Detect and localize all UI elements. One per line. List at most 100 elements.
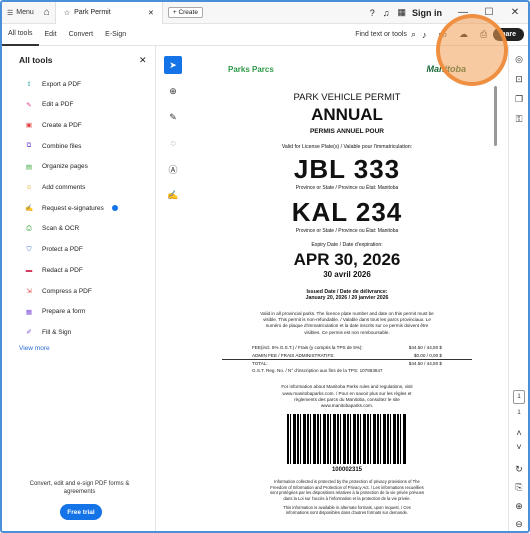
edit-pdf-icon: ✎ [26, 101, 32, 109]
pen-icon[interactable]: ✎ [164, 108, 182, 126]
tool-item[interactable]: ⎙ Scan & OCR [24, 224, 79, 234]
privacy-text: Information collected is protected by th… [269, 479, 425, 502]
share-button[interactable]: hare [493, 28, 524, 41]
total-row: TOTAL: $44.50 / 44,50 $ [222, 360, 472, 368]
expiry-label: Expiry Date / Date d'expiration: [311, 242, 383, 248]
ai-assistant-icon[interactable]: ◎ [513, 54, 525, 65]
rotate-icon[interactable]: ↻ [513, 464, 525, 475]
tool-label: Request e-signatures [42, 204, 104, 212]
tool-label: Scan & OCR [42, 225, 80, 233]
zoom-out-icon[interactable]: ⊖ [513, 519, 525, 530]
home-icon: ⌂ [43, 7, 50, 18]
tab-esign[interactable]: E-Sign [99, 24, 132, 46]
chevron-up-icon[interactable]: ˄ [513, 428, 525, 438]
tab-convert[interactable]: Convert [63, 24, 100, 46]
current-page-box[interactable]: 1 [513, 390, 525, 404]
plate-2: KAL 234 [291, 197, 403, 227]
admin-fee-value: $0.00 / 0,00 $ [413, 352, 442, 358]
scrollbar-thumb[interactable] [494, 86, 497, 146]
create-button[interactable]: + Create [167, 7, 203, 18]
tab-edit[interactable]: Edit [39, 24, 63, 46]
pages-panel-icon[interactable]: ❐ [513, 94, 525, 105]
premium-badge-icon [111, 205, 118, 212]
tool-item[interactable]: ▦ Prepare a form [24, 307, 85, 317]
compress-pdf-icon: ⇲ [26, 288, 32, 295]
sign-icon[interactable]: ✍ [164, 186, 182, 204]
main-toolbar: All tools Edit Convert E-Sign Find text … [2, 24, 528, 46]
text-box-icon[interactable]: Ⓐ [164, 160, 182, 178]
tool-item[interactable]: ▬ Redact a PDF [24, 265, 83, 275]
tool-item[interactable]: ☺ Add comments [24, 183, 86, 193]
view-more-link[interactable]: View more [19, 345, 50, 352]
minimize-icon[interactable]: — [450, 7, 476, 18]
admin-fee-row: ADMIN FEE / FRAIS ADMINISTRATIFS: $0.00 /… [222, 352, 472, 361]
apps-grid-icon[interactable]: ▦ [397, 7, 406, 18]
maximize-icon[interactable]: ☐ [476, 7, 502, 18]
protect-pdf-icon: ⛉ [26, 245, 32, 253]
chevron-down-icon[interactable]: ˅ [513, 442, 525, 452]
valid-for-label: Valid for License Plate(s) / Valable pou… [281, 144, 413, 150]
search-icon: ⌕ [410, 29, 416, 39]
tool-label: Protect a PDF [42, 246, 83, 254]
add-comments-icon: ☺ [25, 184, 33, 191]
admin-fee-label: ADMIN FEE / FRAIS ADMINISTRATIFS: [252, 352, 335, 358]
home-button[interactable]: ⌂ [39, 7, 55, 18]
fee-value: $44.50 / 44,50 $ [408, 344, 442, 350]
vertical-toolbar: ➤ ⊕ ✎ ◌ Ⓐ ✍ [160, 56, 186, 212]
tool-label: Edit a PDF [42, 101, 74, 109]
fill-sign-icon: ✐ [26, 329, 32, 337]
comment-panel-icon[interactable]: ⊡ [513, 74, 525, 85]
document-tab[interactable]: ☆ Park Permit ✕ [54, 2, 163, 24]
alt-format-text: This information is available in alterna… [283, 504, 411, 516]
save-icon[interactable]: ▭ [438, 29, 447, 40]
total-label: TOTAL: [252, 361, 268, 367]
help-icon[interactable]: ? [370, 8, 375, 18]
tool-item[interactable]: ▤ Organize pages [24, 162, 88, 172]
tool-item[interactable]: ▣ Create a PDF [24, 120, 82, 130]
expiry-date-fr: 30 avril 2026 [323, 270, 371, 279]
document-view[interactable]: Parks Parcs Manitoba PARK VEHICLE PERMIT… [192, 46, 508, 531]
tool-item[interactable]: ✎ Edit a PDF [24, 100, 73, 110]
bookmarks-icon[interactable]: ⚿ [513, 114, 525, 125]
tab-title: Park Permit [74, 9, 111, 16]
close-window-icon[interactable]: ✕ [502, 7, 528, 18]
close-panel-icon[interactable]: ✕ [139, 55, 147, 66]
tool-item[interactable]: ⧉ Combine files [24, 141, 82, 151]
notification-bell-icon[interactable]: ♫ [383, 8, 390, 18]
tool-label: Combine files [42, 142, 82, 150]
scan-ocr-icon: ⎙ [26, 224, 32, 232]
title-bar: ☰ Menu ⌂ ☆ Park Permit ✕ + Create ? ♫ ▦ … [2, 2, 528, 24]
barcode-number: 100002315 [331, 467, 363, 474]
tool-item[interactable]: ⇲ Compress a PDF [24, 286, 92, 296]
tool-item[interactable]: ⇪ Export a PDF [24, 79, 81, 89]
tool-label: Fill & Sign [42, 328, 72, 336]
find-tools-search[interactable]: Find text or tools ⌕ [355, 29, 416, 40]
tool-label: Create a PDF [42, 121, 82, 129]
select-cursor-icon[interactable]: ➤ [164, 56, 182, 74]
tab-all-tools[interactable]: All tools [2, 24, 39, 46]
find-label: Find text or tools [355, 31, 407, 38]
close-tab-icon[interactable]: ✕ [148, 9, 154, 17]
zoom-in-icon[interactable]: ⊕ [513, 501, 525, 512]
sign-in-button[interactable]: Sign in [412, 8, 442, 18]
zoom-comment-icon[interactable]: ⊕ [164, 82, 182, 100]
save-page-icon[interactable]: ⎘ [513, 482, 525, 493]
export-pdf-icon: ⇪ [26, 81, 32, 88]
issued-date: January 20, 2026 / 20 janvier 2026 [305, 295, 389, 301]
tool-item[interactable]: ✐ Fill & Sign [24, 327, 71, 337]
promo-text: Convert, edit and e-sign PDF forms & agr… [29, 481, 130, 496]
upload-cloud-icon[interactable]: ☁ [459, 29, 468, 40]
pdf-page: Parks Parcs Manitoba PARK VEHICLE PERMIT… [222, 58, 472, 531]
menu-button[interactable]: ☰ Menu [2, 9, 39, 17]
print-icon[interactable]: ⎙ [480, 29, 487, 40]
total-pages: 1 [517, 410, 521, 416]
tool-label: Organize pages [42, 163, 88, 171]
tool-item[interactable]: ⛉ Protect a PDF [24, 245, 83, 255]
free-trial-button[interactable]: Free trial [60, 504, 102, 520]
headphones-icon[interactable]: ♪ [422, 30, 427, 40]
lasso-icon[interactable]: ◌ [164, 134, 182, 152]
tool-item[interactable]: ✍ Request e-signatures [24, 203, 118, 213]
tool-label: Compress a PDF [42, 287, 92, 295]
star-icon[interactable]: ☆ [64, 9, 70, 17]
all-tools-panel: All tools ✕ ⇪ Export a PDF ✎ Edit a PDF ▣ Cre… [2, 46, 156, 531]
